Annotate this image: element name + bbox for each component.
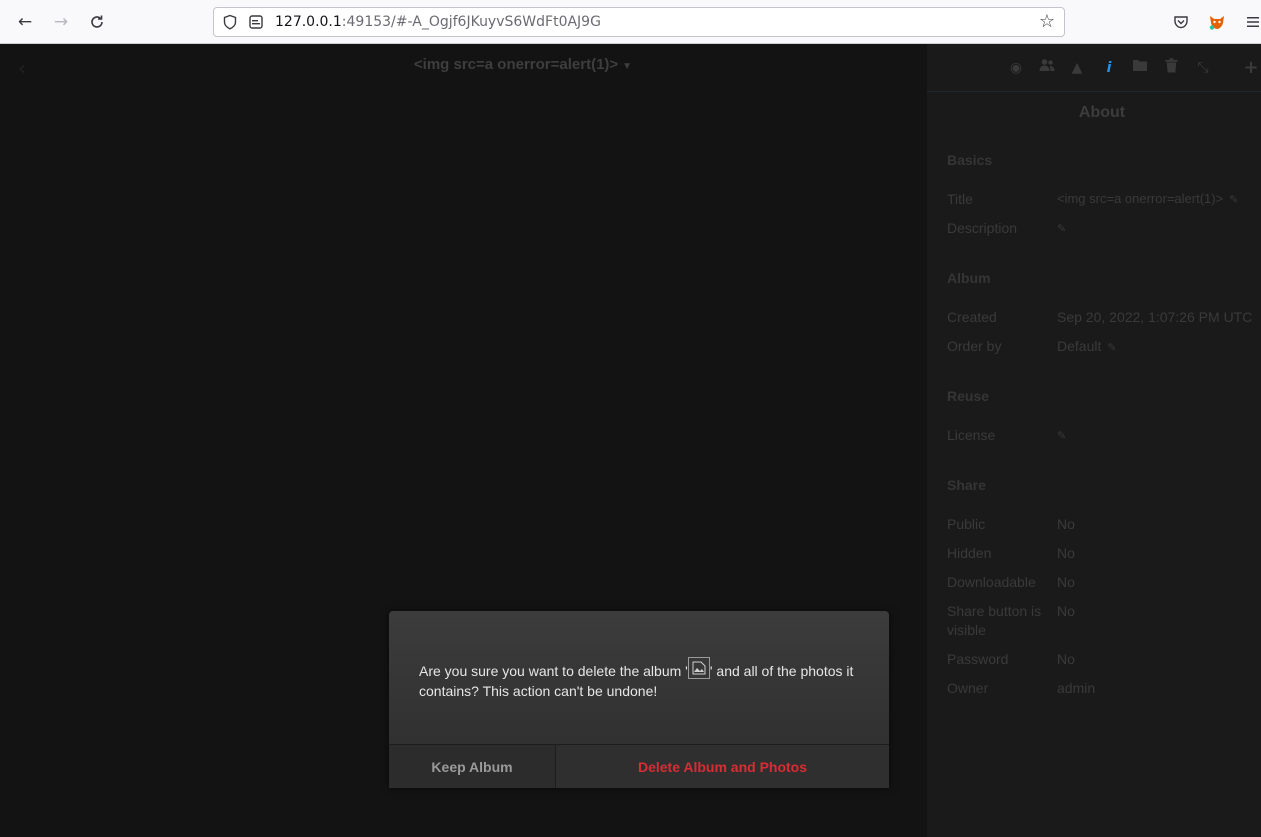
- owner-value: admin: [1057, 680, 1096, 696]
- section-basics: Basics: [947, 152, 993, 168]
- title-value-text: <img src=a onerror=alert(1)>: [1057, 191, 1224, 206]
- section-album: Album: [947, 270, 991, 286]
- plus-icon[interactable]: +: [1241, 58, 1261, 78]
- public-key: Public: [947, 516, 986, 532]
- dialog-actions: Keep Album Delete Album and Photos: [389, 744, 889, 788]
- users-icon[interactable]: [1037, 58, 1057, 78]
- owner-key: Owner: [947, 680, 989, 696]
- title-value[interactable]: <img src=a onerror=alert(1)> ✎: [1057, 191, 1238, 206]
- trash-icon[interactable]: [1161, 58, 1181, 78]
- downloadable-value: No: [1057, 574, 1075, 590]
- warning-icon[interactable]: ▲: [1067, 58, 1087, 78]
- caret-down-icon: ▼: [622, 61, 633, 72]
- title-key: Title: [947, 191, 973, 207]
- description-key: Description: [947, 220, 1018, 236]
- shield-icon[interactable]: [222, 14, 238, 30]
- dialog-message-start: Are you sure you want to delete the albu…: [419, 663, 688, 679]
- info-icon[interactable]: i: [1099, 58, 1119, 78]
- keep-album-button[interactable]: Keep Album: [389, 745, 556, 788]
- section-reuse: Reuse: [947, 388, 990, 404]
- license-key: License: [947, 427, 996, 443]
- about-sidebar: ◉ ▲ i ⤡ + About Basics Title <img src=a …: [927, 44, 1261, 837]
- order-by-text: Default: [1057, 338, 1102, 354]
- license-value[interactable]: ✎: [1057, 426, 1066, 442]
- url-host: 127.0.0.1: [275, 14, 342, 30]
- order-by-key: Order by: [947, 338, 1002, 354]
- broken-image-icon: [687, 657, 710, 679]
- order-by-value[interactable]: Default ✎: [1057, 338, 1117, 354]
- dialog-message: Are you sure you want to delete the albu…: [419, 657, 869, 701]
- page-info-icon[interactable]: [248, 14, 264, 30]
- edit-pencil-icon[interactable]: ✎: [1057, 222, 1066, 235]
- sidebar-heading: About: [1078, 104, 1126, 121]
- password-value: No: [1057, 651, 1075, 667]
- album-title-text: <img src=a onerror=alert(1)>: [413, 56, 619, 73]
- pocket-icon[interactable]: [1169, 10, 1193, 34]
- delete-album-dialog: Are you sure you want to delete the albu…: [389, 611, 889, 788]
- hamburger-menu-icon[interactable]: [1241, 10, 1261, 34]
- browser-toolbar: ← → 127.0.0.1:49153/#-A_Ogjf6JKuyvS6WdFt…: [0, 0, 1261, 44]
- fullscreen-icon[interactable]: ⤡: [1193, 58, 1213, 78]
- share-button-value: No: [1057, 603, 1075, 619]
- eye-icon[interactable]: ◉: [1006, 58, 1026, 78]
- share-button-key: Share button is visible: [947, 603, 1042, 638]
- delete-album-button[interactable]: Delete Album and Photos: [556, 745, 889, 788]
- section-share: Share: [947, 477, 986, 493]
- bookmark-star-icon[interactable]: ☆: [1036, 11, 1058, 33]
- url-path: :49153/#-A_Ogjf6JKuyvS6WdFt0AJ9G: [341, 14, 601, 30]
- edit-pencil-icon[interactable]: ✎: [1107, 341, 1116, 354]
- back-arrow-icon[interactable]: ←: [13, 10, 37, 34]
- description-value[interactable]: ✎: [1057, 219, 1066, 235]
- reload-icon[interactable]: [85, 10, 109, 34]
- url-text[interactable]: 127.0.0.1:49153/#-A_Ogjf6JKuyvS6WdFt0AJ9…: [275, 14, 601, 30]
- public-value: No: [1057, 516, 1075, 532]
- created-value: Sep 20, 2022, 1:07:26 PM UTC: [1057, 309, 1253, 325]
- forward-arrow-icon[interactable]: →: [49, 10, 73, 34]
- fox-extension-icon[interactable]: [1205, 10, 1229, 34]
- sidebar-toolbar: ◉ ▲ i ⤡ +: [927, 44, 1261, 92]
- album-title-header[interactable]: <img src=a onerror=alert(1)> ▼: [0, 56, 1046, 73]
- edit-pencil-icon[interactable]: ✎: [1057, 429, 1066, 442]
- hidden-value: No: [1057, 545, 1075, 561]
- hidden-key: Hidden: [947, 545, 992, 561]
- folder-icon[interactable]: [1130, 58, 1150, 78]
- downloadable-key: Downloadable: [947, 574, 1036, 590]
- edit-pencil-icon[interactable]: ✎: [1229, 193, 1238, 206]
- created-key: Created: [947, 309, 997, 325]
- url-bar[interactable]: 127.0.0.1:49153/#-A_Ogjf6JKuyvS6WdFt0AJ9…: [213, 7, 1065, 37]
- password-key: Password: [947, 651, 1009, 667]
